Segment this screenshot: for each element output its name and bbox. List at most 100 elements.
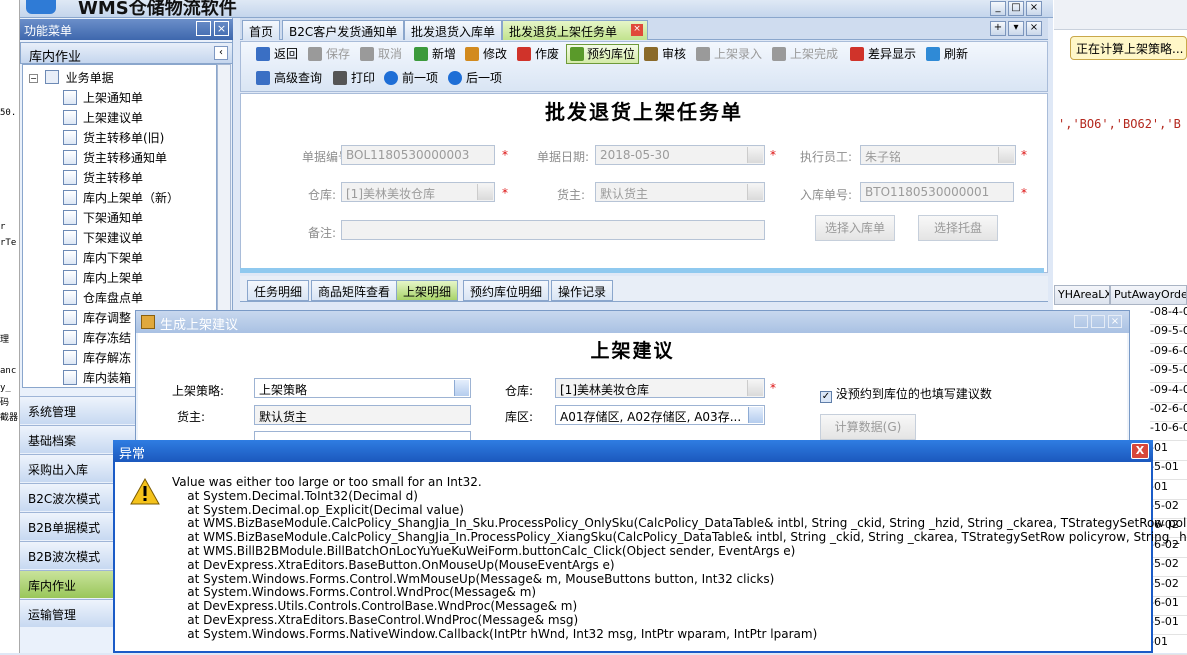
tree-item[interactable]: 上架通知单 [63, 89, 143, 106]
grid-cell[interactable]: -01 [1150, 480, 1187, 500]
tree-item[interactable]: 货主转移通知单 [63, 149, 167, 166]
owner-field[interactable]: 默认货主 [595, 182, 765, 202]
bill-date-field[interactable]: 2018-05-30 [595, 145, 765, 165]
toolbar-button[interactable]: 上架录入 [696, 45, 762, 65]
dropdown-icon[interactable] [747, 184, 763, 200]
tree-item[interactable]: 库内装箱 [63, 369, 131, 386]
grid-cell[interactable]: -5-01 [1150, 615, 1187, 636]
grid-cell[interactable]: -6-01 [1150, 596, 1187, 616]
grid-cell[interactable]: -09-5-01 [1150, 363, 1187, 384]
subtab-task-detail[interactable]: 任务明细 [247, 280, 310, 301]
tree-item[interactable]: 下架通知单 [63, 209, 143, 226]
toolbar-button[interactable]: 高级查询 [256, 69, 322, 89]
toolbar-button[interactable]: 刷新 [926, 45, 968, 65]
toolbar-button[interactable]: 新增 [414, 45, 456, 65]
tab-list-icon[interactable]: ▾ [1008, 21, 1024, 36]
dropdown-icon[interactable] [747, 147, 763, 163]
section-header[interactable]: 库内作业 ‹ [20, 42, 233, 65]
tab-wholesale-return-inbound[interactable]: 批发退货入库单 [404, 20, 503, 40]
grid-cell[interactable]: -02-6-01 [1150, 402, 1187, 422]
dialog-maximize-button[interactable] [1091, 315, 1105, 328]
tree-item[interactable]: 库存冻结 [63, 329, 131, 346]
tree-item[interactable]: 货主转移单(旧) [63, 129, 164, 146]
dialog-minimize-button[interactable] [1074, 315, 1088, 328]
toolbar-button[interactable]: 前一项 [384, 69, 438, 89]
subtab-putaway-detail[interactable]: 上架明细 [396, 280, 459, 301]
minimize-button[interactable]: _ [990, 1, 1006, 16]
toolbar-button[interactable]: 修改 [465, 45, 507, 65]
remark-field[interactable] [341, 220, 765, 240]
toolbar-button[interactable]: 预约库位 [566, 44, 640, 64]
tab-close-icon[interactable]: × [631, 24, 643, 36]
document-icon [63, 230, 77, 245]
dropdown-icon[interactable] [748, 407, 763, 423]
toolbar-button[interactable]: 返回 [256, 45, 298, 65]
toolbar-button[interactable]: 取消 [360, 45, 402, 65]
close-icon[interactable]: × [214, 21, 229, 36]
toolbar-button[interactable]: 作废 [517, 45, 559, 65]
tab-home[interactable]: 首页 [242, 20, 281, 40]
dialog-close-button[interactable]: × [1108, 315, 1122, 328]
strategy-select[interactable]: 上架策略 [254, 378, 471, 398]
grid-cell[interactable]: -01 [1150, 635, 1187, 655]
toolbar-button[interactable]: 差异显示 [850, 45, 916, 65]
close-button[interactable]: × [1026, 1, 1042, 16]
toolbar-button[interactable]: 后一项 [448, 69, 502, 89]
warehouse-field[interactable]: [1]美林美妆仓库 [341, 182, 495, 202]
subtab-reserve-detail[interactable]: 预约库位明细 [463, 280, 550, 301]
tree-item[interactable]: 库内下架单 [63, 249, 143, 266]
bill-no-field[interactable]: BOL1180530000003 [341, 145, 495, 165]
dropdown-icon[interactable] [477, 184, 493, 200]
grid-cell[interactable]: -08-4-04 [1150, 305, 1187, 325]
grid-cell[interactable]: -09-4-01 [1150, 383, 1187, 403]
tree-root[interactable]: − 业务单据 [29, 69, 114, 86]
tree-item[interactable]: 库存调整 [63, 309, 131, 326]
tree-item[interactable]: 仓库盘点单 [63, 289, 143, 306]
grid-cell[interactable]: -5-01 [1150, 460, 1187, 481]
tab-b2c-ship-notice[interactable]: B2C客户发货通知单 [282, 20, 405, 40]
grid-cell[interactable]: -09-5-01 [1150, 324, 1187, 345]
select-pallet-button[interactable]: 选择托盘 [918, 215, 998, 241]
dialog-warehouse-select[interactable]: [1]美林美妆仓库 [555, 378, 765, 398]
grid-cell[interactable]: -01 [1150, 441, 1187, 461]
tab-close-all-icon[interactable]: × [1026, 21, 1042, 36]
tab-wholesale-return-putaway[interactable]: 批发退货上架任务单 × [502, 20, 648, 40]
subtab-operation-log[interactable]: 操作记录 [551, 280, 614, 301]
dropdown-icon[interactable] [454, 380, 469, 396]
fill-suggestion-checkbox[interactable]: ✓ 没预约到库位的也填写建议数 [820, 385, 992, 403]
collapse-icon[interactable]: ‹ [214, 46, 228, 60]
operator-field[interactable]: 朱子铭 [860, 145, 1016, 165]
tree-item[interactable]: 货主转移单 [63, 169, 143, 186]
toolbar-button[interactable]: 打印 [333, 69, 375, 89]
grid-cell[interactable]: -5-02 [1150, 577, 1187, 597]
grid-header-putaway-order[interactable]: PutAwayOrder [1110, 285, 1187, 305]
dialog-owner-field[interactable]: 默认货主 [254, 405, 471, 425]
splitter[interactable] [240, 268, 1044, 273]
tree-item[interactable]: 库内上架单（新） [63, 189, 179, 206]
expand-icon[interactable]: − [29, 74, 38, 83]
error-close-button[interactable]: X [1131, 443, 1149, 459]
grid-header-yhareal[interactable]: YHAreaLX [1054, 285, 1110, 305]
inbound-no-field[interactable]: BTO1180530000001 [860, 182, 1014, 202]
putaway-complete-icon [772, 47, 786, 61]
select-inbound-button[interactable]: 选择入库单 [815, 215, 895, 241]
tree-item[interactable]: 库存解冻 [63, 349, 131, 366]
pin-icon[interactable] [196, 21, 211, 36]
subtab-matrix[interactable]: 商品矩阵查看 [311, 280, 398, 301]
grid-cell[interactable]: -5-02 [1150, 557, 1187, 578]
dropdown-icon[interactable] [747, 380, 763, 396]
toolbar-button[interactable]: 保存 [308, 45, 350, 65]
maximize-button[interactable]: □ [1008, 1, 1024, 16]
tree-item[interactable]: 下架建议单 [63, 229, 143, 246]
tree-item[interactable]: 库内上架单 [63, 269, 143, 286]
area-select[interactable]: A01存储区, A02存储区, A03存... [555, 405, 765, 425]
tab-add-icon[interactable]: + [990, 21, 1006, 36]
grid-cell[interactable]: -09-6-01 [1150, 344, 1187, 364]
toolbar-button[interactable]: 上架完成 [772, 45, 838, 65]
tree-item[interactable]: 上架建议单 [63, 109, 143, 126]
calc-data-button[interactable]: 计算数据(G) [820, 414, 916, 440]
toolbar-button[interactable]: 审核 [644, 45, 686, 65]
dropdown-icon[interactable] [998, 147, 1014, 163]
checkbox-checked-icon[interactable]: ✓ [820, 391, 832, 403]
grid-cell[interactable]: -10-6-01 [1150, 421, 1187, 442]
